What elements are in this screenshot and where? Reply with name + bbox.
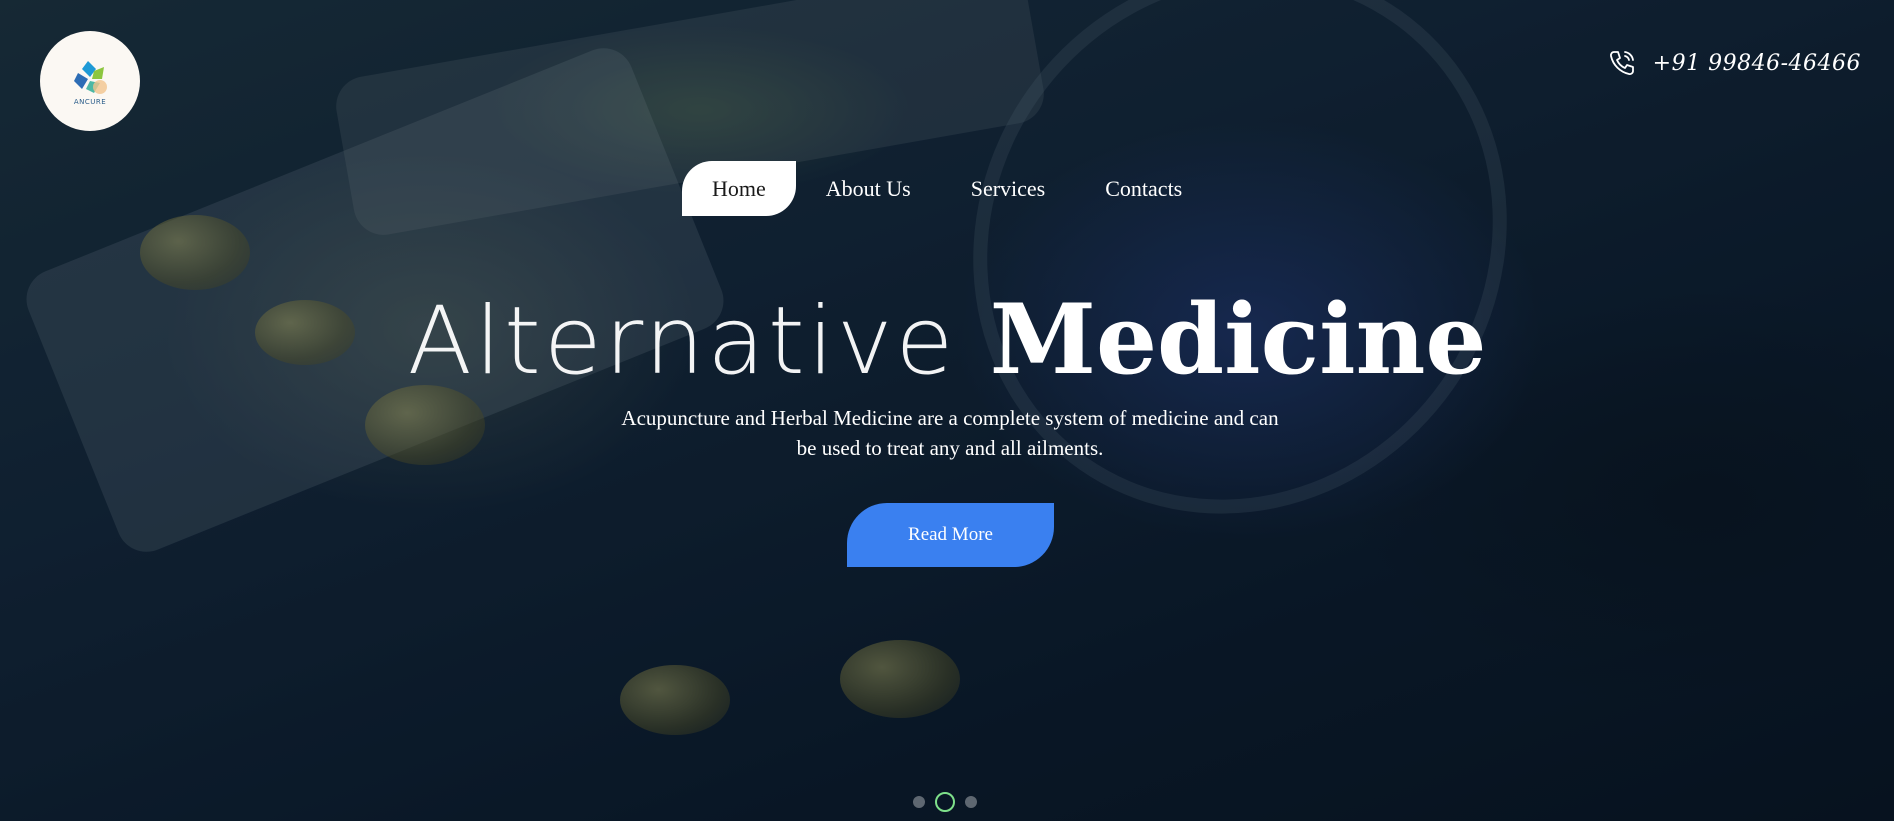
hero-title-bold: Medicine bbox=[989, 283, 1487, 396]
slider-dot-1[interactable] bbox=[913, 796, 925, 808]
hero-subtitle: Acupuncture and Herbal Medicine are a co… bbox=[570, 403, 1330, 463]
read-more-button[interactable]: Read More bbox=[847, 503, 1054, 567]
main-nav: Home About Us Services Contacts bbox=[682, 161, 1212, 216]
slider-dot-2[interactable] bbox=[935, 792, 955, 812]
slider-dot-3[interactable] bbox=[965, 796, 977, 808]
background-capsule bbox=[365, 385, 485, 465]
nav-item-about-us[interactable]: About Us bbox=[796, 161, 941, 216]
phone-number[interactable]: +91 99846-46466 bbox=[1653, 51, 1861, 76]
phone-icon bbox=[1609, 51, 1634, 75]
hero-subtitle-line1: Acupuncture and Herbal Medicine are a co… bbox=[621, 406, 1279, 430]
header-phone[interactable]: +91 99846-46466 bbox=[1607, 48, 1861, 78]
background-capsule bbox=[620, 665, 730, 735]
logo-text: ANCURE bbox=[73, 97, 107, 106]
nav-item-home[interactable]: Home bbox=[682, 161, 796, 216]
hero-title: Alternative Medicine bbox=[0, 285, 1894, 397]
leaf-logo-icon bbox=[74, 60, 107, 94]
hero-section: ANCURE +91 99846-46466 Home About Us Ser… bbox=[0, 0, 1894, 821]
hero-title-light: Alternative bbox=[407, 287, 957, 396]
nav-item-contacts[interactable]: Contacts bbox=[1075, 161, 1212, 216]
background-capsule bbox=[840, 640, 960, 718]
slider-pagination bbox=[913, 792, 977, 812]
background-capsule bbox=[140, 215, 250, 290]
site-logo[interactable]: ANCURE bbox=[40, 31, 140, 131]
nav-item-services[interactable]: Services bbox=[941, 161, 1076, 216]
hero-subtitle-line2: be used to treat any and all ailments. bbox=[796, 436, 1104, 460]
